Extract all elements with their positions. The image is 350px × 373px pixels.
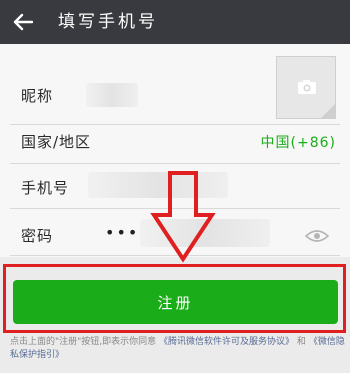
nickname-input[interactable] — [86, 83, 138, 107]
password-label: 密码 — [21, 227, 54, 245]
nickname-label: 昵称 — [21, 87, 54, 105]
divider — [10, 124, 340, 125]
page-title: 填写手机号 — [58, 12, 158, 32]
agreement-prefix: 点击上面的"注册"按钮,即表示你同意 — [10, 337, 157, 347]
camera-icon — [298, 80, 316, 94]
annotation-arrow — [150, 171, 216, 263]
top-bar: 填写手机号 — [0, 0, 350, 44]
phone-label: 手机号 — [21, 179, 70, 197]
agreement-text: 点击上面的"注册"按钮,即表示你同意 《腾讯微信软件许可及服务协议》 和 《微信… — [10, 336, 345, 362]
agreement-middle: 和 — [296, 337, 306, 347]
back-arrow-icon[interactable] — [8, 7, 38, 37]
register-button[interactable]: 注册 — [13, 280, 338, 324]
license-agreement-link[interactable]: 《腾讯微信软件许可及服务协议》 — [159, 337, 294, 347]
country-label: 国家/地区 — [21, 133, 92, 151]
divider — [10, 163, 340, 164]
country-selector[interactable]: 中国(+86) — [261, 132, 336, 152]
avatar-upload[interactable] — [276, 56, 336, 119]
avatar-corner-marker — [321, 104, 335, 118]
eye-icon[interactable] — [305, 229, 329, 243]
